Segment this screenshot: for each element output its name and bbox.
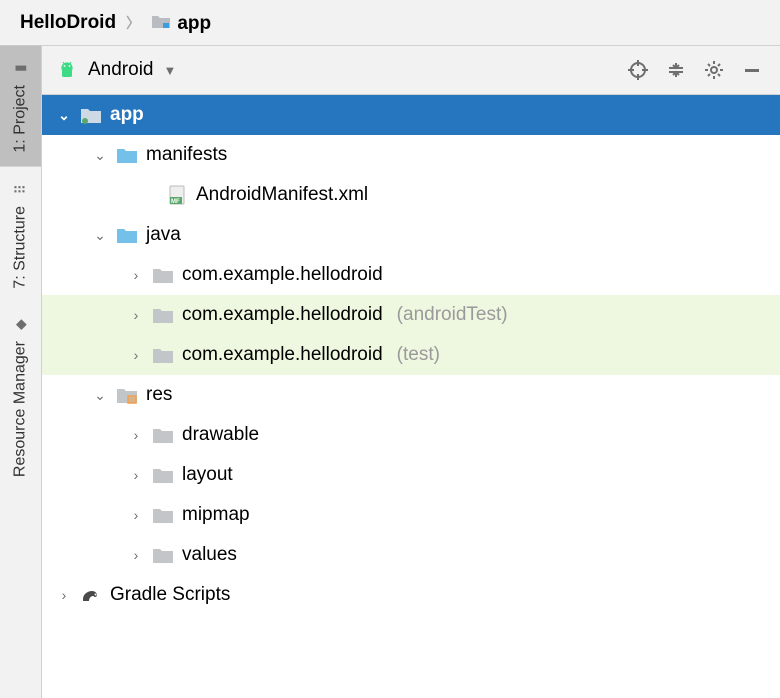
tree-label: com.example.hellodroid	[182, 304, 383, 326]
tree-node-manifests[interactable]: ⌄ manifests	[42, 135, 780, 175]
tree-label: mipmap	[182, 504, 250, 526]
tree-node-java[interactable]: ⌄ java	[42, 215, 780, 255]
android-icon	[56, 59, 78, 81]
tree-node-manifest-file[interactable]: › MF AndroidManifest.xml	[42, 175, 780, 215]
folder-icon	[152, 464, 174, 486]
tree-label: Gradle Scripts	[110, 584, 230, 606]
chevron-right-icon: ›	[56, 587, 72, 603]
tree-node-package-main[interactable]: › com.example.hellodroid	[42, 255, 780, 295]
chevron-right-icon: ›	[128, 307, 144, 323]
tree-node-layout[interactable]: › layout	[42, 455, 780, 495]
target-icon[interactable]	[624, 56, 652, 84]
view-selector-label[interactable]: Android	[88, 59, 154, 81]
tree-label-suffix: (androidTest)	[397, 304, 508, 326]
tree-node-drawable[interactable]: › drawable	[42, 415, 780, 455]
tree-label: AndroidManifest.xml	[196, 184, 368, 206]
chevron-down-icon: ⌄	[92, 387, 108, 404]
chevron-right-icon: 〉	[126, 13, 140, 33]
chevron-right-icon: ›	[128, 507, 144, 523]
tree-node-gradle[interactable]: › Gradle Scripts	[42, 575, 780, 615]
minimize-icon[interactable]	[738, 56, 766, 84]
folder-icon	[152, 504, 174, 526]
sidebar-tab-resource-manager[interactable]: Resource Manager ◆	[0, 302, 41, 491]
tree-label: com.example.hellodroid	[182, 264, 383, 286]
gradle-icon	[80, 584, 102, 606]
sidebar-tab-project[interactable]: 1: Project ▮	[0, 46, 41, 167]
folder-icon	[116, 144, 138, 166]
gear-icon[interactable]	[700, 56, 728, 84]
tree-node-package-test[interactable]: › com.example.hellodroid (test)	[42, 335, 780, 375]
structure-icon: ⠿	[12, 184, 29, 194]
sidebar-tab-structure[interactable]: 7: Structure ⠿	[0, 167, 41, 303]
tree-label: java	[146, 224, 181, 246]
res-folder-icon	[116, 384, 138, 406]
tree-label: manifests	[146, 144, 227, 166]
tree-node-res[interactable]: ⌄ res	[42, 375, 780, 415]
tree-node-mipmap[interactable]: › mipmap	[42, 495, 780, 535]
breadcrumb-root[interactable]: HelloDroid	[20, 12, 116, 34]
project-tree: ⌄ app ⌄ manifests › MF AndroidManifest.x…	[42, 95, 780, 698]
tree-label: res	[146, 384, 172, 406]
tree-label: app	[110, 104, 144, 126]
chevron-right-icon: ›	[128, 547, 144, 563]
tree-node-app[interactable]: ⌄ app	[42, 95, 780, 135]
package-icon	[152, 304, 174, 326]
chevron-right-icon: ›	[128, 467, 144, 483]
tree-label: drawable	[182, 424, 259, 446]
module-folder-icon	[80, 104, 102, 126]
chevron-right-icon: ›	[128, 347, 144, 363]
svg-text:MF: MF	[171, 199, 180, 205]
project-panel-header: Android ▼	[42, 46, 780, 95]
package-icon	[152, 344, 174, 366]
folder-icon	[116, 224, 138, 246]
collapse-all-icon[interactable]	[662, 56, 690, 84]
tree-node-values[interactable]: › values	[42, 535, 780, 575]
tree-label: values	[182, 544, 237, 566]
chevron-down-icon: ⌄	[56, 107, 72, 124]
project-icon: ▮	[12, 65, 29, 73]
tool-window-bar: 1: Project ▮ 7: Structure ⠿ Resource Man…	[0, 46, 42, 698]
breadcrumb: HelloDroid 〉 app	[0, 0, 780, 46]
tree-label-suffix: (test)	[397, 344, 440, 366]
chevron-right-icon: ›	[128, 427, 144, 443]
chevron-right-icon: ›	[128, 267, 144, 283]
resource-icon: ◆	[12, 319, 29, 330]
tree-label: com.example.hellodroid	[182, 344, 383, 366]
chevron-down-icon: ⌄	[92, 227, 108, 244]
module-folder-icon	[150, 10, 172, 32]
folder-icon	[152, 544, 174, 566]
folder-icon	[152, 424, 174, 446]
package-icon	[152, 264, 174, 286]
tree-label: layout	[182, 464, 233, 486]
chevron-down-icon: ⌄	[92, 147, 108, 164]
tree-node-package-androidtest[interactable]: › com.example.hellodroid (androidTest)	[42, 295, 780, 335]
manifest-file-icon: MF	[166, 184, 188, 206]
breadcrumb-current[interactable]: app	[150, 10, 211, 35]
chevron-down-icon[interactable]: ▼	[164, 63, 177, 78]
